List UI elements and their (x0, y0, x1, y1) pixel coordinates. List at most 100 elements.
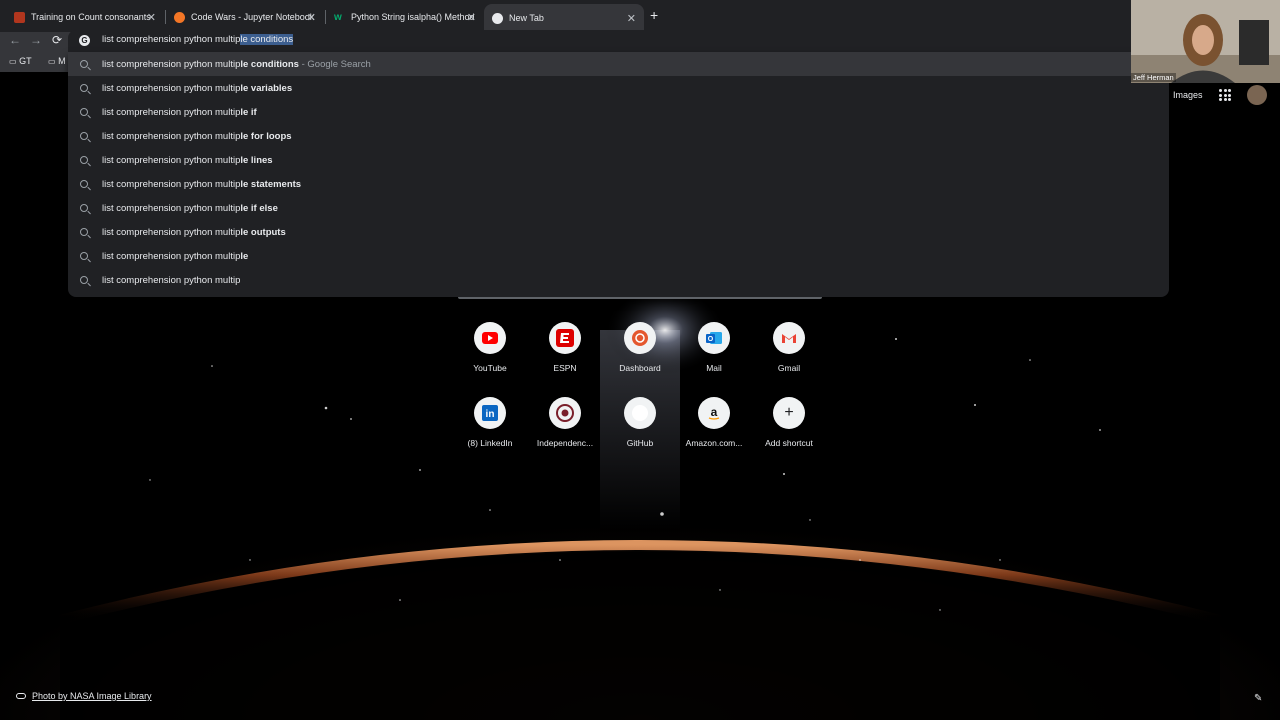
shortcut-label: Mail (706, 363, 722, 373)
omnibox-typed-text: list comprehension python multip (102, 34, 241, 45)
bookmark-gt[interactable]: ▭ GT (9, 56, 32, 66)
search-icon (80, 252, 88, 260)
close-icon[interactable]: ✕ (627, 12, 636, 25)
suggestion-item[interactable]: list comprehension python multiple lines (68, 148, 1169, 172)
suggestion-completion: le lines (240, 154, 273, 166)
suggestion-prefix: list comprehension python multip (102, 202, 241, 214)
bookmark-folder[interactable]: ▭ M (48, 56, 66, 66)
shortcut-github[interactable]: GitHub (605, 397, 675, 448)
suggestion-prefix: list comprehension python multip (102, 274, 241, 286)
shortcut-label: Independenc... (536, 438, 594, 448)
suggestion-completion: le outputs (240, 226, 286, 238)
shortcut-independence[interactable]: Independenc... (530, 397, 600, 448)
close-icon[interactable]: ✕ (467, 11, 476, 24)
shortcut-linkedin[interactable]: in (8) LinkedIn (455, 397, 525, 448)
photo-credit-link[interactable]: Photo by NASA Image Library (16, 691, 152, 701)
search-icon (80, 204, 88, 212)
avatar[interactable] (1247, 85, 1267, 105)
google-icon: G (79, 35, 90, 46)
plus-icon: + (773, 397, 805, 429)
search-box-edge (458, 297, 822, 299)
suggestion-completion: le if else (240, 202, 278, 214)
shortcut-amazon[interactable]: a Amazon.com... (679, 397, 749, 448)
new-tab-button[interactable]: + (650, 7, 658, 23)
close-icon[interactable]: ✕ (307, 11, 316, 24)
shortcut-dashboard[interactable]: Dashboard (605, 322, 675, 373)
jupyter-icon (174, 11, 185, 23)
shortcut-youtube[interactable]: YouTube (455, 322, 525, 373)
shortcut-mail[interactable]: O Mail (679, 322, 749, 373)
link-icon (16, 693, 26, 699)
shortcut-label: (8) LinkedIn (467, 438, 513, 448)
close-icon[interactable]: ✕ (147, 11, 156, 24)
tab-title: New Tab (509, 13, 544, 23)
search-icon (80, 84, 88, 92)
tab-codewars[interactable]: Training on Count consonants ✕ (6, 4, 164, 30)
photo-credit-text: Photo by NASA Image Library (32, 691, 152, 701)
folder-icon: ▭ (48, 57, 56, 66)
suggestion-item[interactable]: list comprehension python multiple condi… (68, 52, 1169, 76)
espn-icon (549, 322, 581, 354)
w3schools-icon: w (334, 11, 342, 23)
add-shortcut-button[interactable]: + Add shortcut (754, 397, 824, 448)
tab-w3schools[interactable]: w Python String isalpha() Method ✕ (326, 4, 484, 30)
forward-icon[interactable]: → (30, 33, 42, 47)
search-icon (80, 180, 88, 188)
gmail-icon (773, 322, 805, 354)
webcam-overlay: Jeff Herman (1131, 0, 1280, 83)
svg-text:a: a (711, 405, 718, 419)
suggestion-prefix: list comprehension python multip (102, 106, 241, 118)
folder-icon: ▭ (9, 57, 17, 66)
tab-jupyter[interactable]: Code Wars - Jupyter Notebook ✕ (166, 4, 324, 30)
shortcut-label: GitHub (626, 438, 654, 448)
suggestion-item[interactable]: list comprehension python multiple for l… (68, 124, 1169, 148)
search-icon (80, 156, 88, 164)
independence-icon (549, 397, 581, 429)
tab-title: Training on Count consonants (31, 12, 151, 22)
images-link[interactable]: Images (1173, 90, 1203, 100)
suggestion-prefix: list comprehension python multip (102, 82, 241, 94)
suggestion-item[interactable]: list comprehension python multiple if el… (68, 196, 1169, 220)
bookmark-label: GT (19, 56, 32, 66)
shortcut-espn[interactable]: ESPN (530, 322, 600, 373)
suggestion-completion: le (240, 250, 249, 262)
shortcut-gmail[interactable]: Gmail (754, 322, 824, 373)
svg-text:in: in (486, 409, 495, 420)
svg-text:O: O (708, 336, 714, 343)
shortcut-label: Gmail (777, 363, 801, 373)
reload-icon[interactable]: ⟳ (52, 33, 62, 47)
shortcut-label: Amazon.com... (685, 438, 743, 448)
suggestion-item[interactable]: list comprehension python multiple varia… (68, 76, 1169, 100)
omnibox-autocomplete-selection: le conditions (240, 34, 294, 45)
suggestion-prefix: list comprehension python multip (102, 130, 241, 142)
shortcut-label: YouTube (473, 363, 507, 373)
shortcut-label: ESPN (553, 363, 577, 373)
suggestion-prefix: list comprehension python multip (102, 178, 241, 190)
search-icon (80, 228, 88, 236)
tab-title: Code Wars - Jupyter Notebook (191, 12, 315, 22)
suggestion-item[interactable]: list comprehension python multip (68, 268, 1169, 292)
suggestion-prefix: list comprehension python multip (102, 250, 241, 262)
search-icon (80, 276, 88, 284)
suggestion-completion: le statements (240, 178, 302, 190)
tab-title: Python String isalpha() Method (351, 12, 475, 22)
suggestion-item[interactable]: list comprehension python multiple (68, 244, 1169, 268)
dashboard-icon (624, 322, 656, 354)
chrome-icon (492, 12, 503, 24)
suggestion-suffix: - Google Search (298, 58, 371, 70)
github-icon (624, 397, 656, 429)
webcam-person-image (1131, 0, 1280, 83)
suggestion-completion: le conditions (240, 58, 299, 70)
webcam-name-label: Jeff Herman (1131, 73, 1176, 82)
codewars-icon (14, 11, 25, 23)
suggestion-item[interactable]: list comprehension python multiple state… (68, 172, 1169, 196)
suggestion-item[interactable]: list comprehension python multiple outpu… (68, 220, 1169, 244)
suggestion-prefix: list comprehension python multip (102, 58, 241, 70)
back-icon[interactable]: ← (9, 33, 21, 47)
omnibox-input[interactable]: list comprehension python multiple condi… (102, 34, 294, 45)
suggestion-prefix: list comprehension python multip (102, 154, 241, 166)
tab-new-tab[interactable]: New Tab ✕ (484, 4, 644, 32)
suggestion-item[interactable]: list comprehension python multiple if (68, 100, 1169, 124)
customize-pencil-icon[interactable]: ✎ (1254, 693, 1262, 704)
apps-grid-icon[interactable] (1219, 89, 1231, 101)
